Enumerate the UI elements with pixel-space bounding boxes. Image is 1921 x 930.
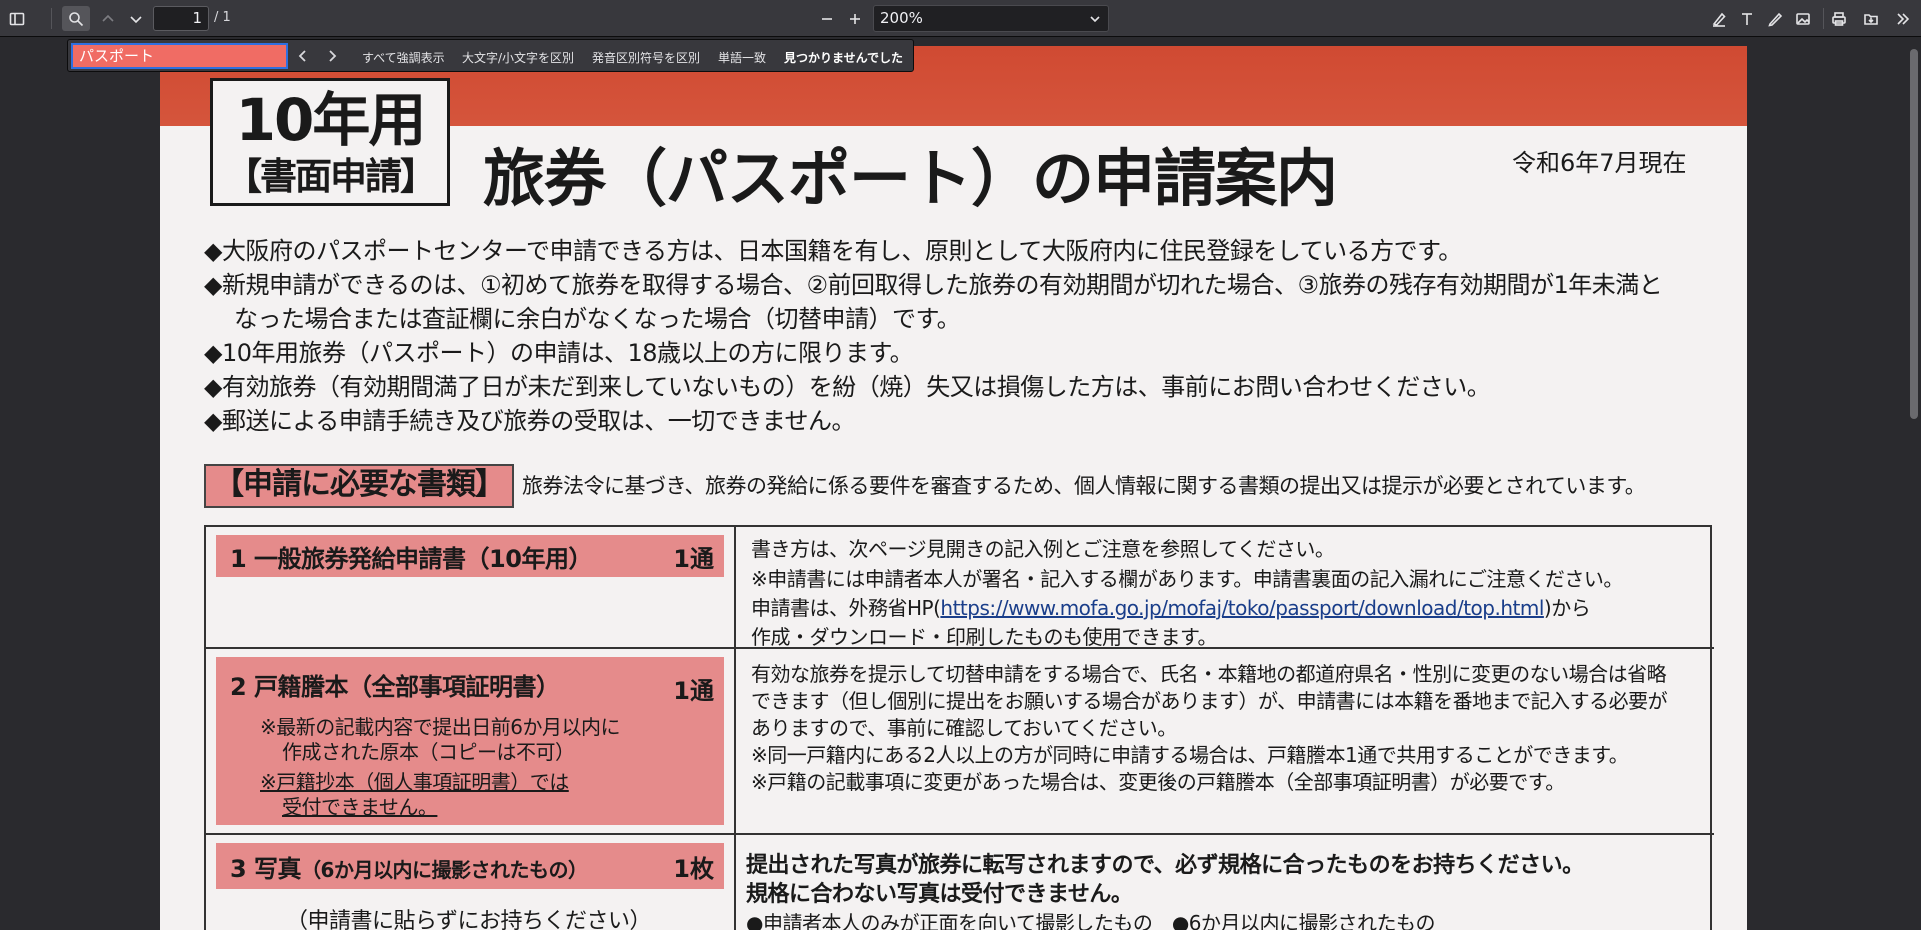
zoom-out-icon[interactable] [813,6,841,31]
find-bar: パスポート すべて強調表示 大文字/小文字を区別 発音区別符号を区別 単語一致 … [67,39,914,72]
find-next-icon[interactable] [322,46,342,66]
row-3-sub: （申請書に貼らずにお持ちください） [286,909,652,930]
date-label: 令和6年7月現在 [1512,149,1687,177]
row-2-line: ありますので、事前に確認しておいてください。 [751,716,1177,740]
bullet-2: ◆新規申請ができるのは、①初めて旅券を取得する場合、②前回取得した旅券の有効期間… [204,271,1663,299]
bullet-3: ◆10年用旅券（パスポート）の申請は、18歳以上の方に限ります。 [204,339,914,367]
row-2-line: ※戸籍の記載事項に変更があった場合は、変更後の戸籍謄本（全部事項証明書）が必要で… [751,770,1565,794]
toolbar-separator [51,8,52,29]
row-2-name: 2 戸籍謄本（全部事項証明書） [230,673,560,701]
find-previous-icon[interactable] [293,46,313,66]
row-1-line: 作成・ダウンロード・印刷したものも使用できます。 [751,625,1218,649]
vertical-scrollbar[interactable] [1906,37,1921,930]
match-diacritics-toggle[interactable]: 発音区別符号を区別 [592,49,700,66]
pdf-toolbar: 1 / 1 200% [0,0,1921,37]
zoom-value: 200% [880,9,923,27]
page-title: 旅券（パスポート）の申請案内 [483,142,1338,215]
whole-words-toggle[interactable]: 単語一致 [718,49,766,66]
row-3-name: 3 写真（6か月以内に撮影されたもの） [230,849,588,884]
mofa-download-link[interactable]: https://www.mofa.go.jp/mofaj/toko/passpo… [940,596,1544,620]
row-1-name: 1 一般旅券発給申請書（10年用） [230,545,592,573]
bullet-1: ◆大阪府のパスポートセンターで申請できる方は、日本国籍を有し、原則として大阪府内… [204,237,1462,265]
row-2-line: 有効な旅券を提示して切替申請をする場合で、氏名・本籍地の都道府県名・性別に変更の… [751,662,1667,686]
bullet-2-cont: なった場合または査証欄に余白がなくなった場合（切替申請）です。 [234,305,961,333]
row-3-header: 3 写真（6か月以内に撮影されたもの） 1枚 [216,843,724,889]
row-2-header: 2 戸籍謄本（全部事項証明書） 1通 ※最新の記載内容で提出日前6か月以内に 作… [216,657,724,825]
row-1-link-prefix: 申請書は、外務省HP( [751,596,941,620]
required-docs-table: 1 一般旅券発給申請書（10年用） 1通 書き方は、次ページ見開きの記入例とご注… [204,525,1714,930]
chevron-down-icon [1090,16,1100,23]
row-3-line: ●申請者本人のみが正面を向いて撮影したもの ●6か月以内に撮影されたもの [746,911,1436,930]
previous-page-icon[interactable] [94,6,122,31]
find-icon[interactable] [62,6,90,31]
add-image-icon[interactable] [1789,6,1817,31]
find-status: 見つかりませんでした [784,51,904,65]
print-icon[interactable] [1825,6,1853,31]
highlight-all-toggle[interactable]: すべて強調表示 [362,49,445,66]
find-input[interactable]: パスポート [71,43,288,69]
row-2-line: ※同一戸籍内にある2人以上の方が同時に申請する場合は、戸籍謄本1通で共用すること… [751,743,1629,767]
scrollbar-thumb[interactable] [1910,49,1918,419]
highlight-icon[interactable] [1705,6,1733,31]
text-tool-icon[interactable] [1733,6,1761,31]
next-page-icon[interactable] [122,6,150,31]
title-box-line2: 【書面申請】 [225,155,437,198]
row-2-sub: 作成された原本（コピーは不可） [282,740,575,764]
row-1-header: 1 一般旅券発給申請書（10年用） 1通 [216,535,724,577]
match-case-toggle[interactable]: 大文字/小文字を区別 [462,49,574,66]
row-2-line: できます（但し個別に提出をお願いする場合があります）が、申請書には本籍を番地まで… [751,689,1668,713]
row-3-qty: 1枚 [673,855,714,883]
row-3-line: 提出された写真が旅券に転写されますので、必ず規格に合ったものをお持ちください。 [746,853,1584,878]
title-box: 10年用 【書面申請】 [210,78,450,206]
page-number-input[interactable]: 1 [153,6,209,31]
zoom-in-icon[interactable] [841,6,869,31]
row-3-title: 3 写真 [230,855,302,883]
row-1-link-line: 申請書は、外務省HP(https://www.mofa.go.jp/mofaj/… [751,592,1591,621]
row-2-qty: 1通 [673,677,714,705]
row-1-line: ※申請書には申請者本人が署名・記入する欄があります。申請書裏面の記入漏れにご注意… [751,567,1623,591]
row-1-qty: 1通 [673,545,714,573]
sidebar-toggle-icon[interactable] [3,6,31,31]
page-total-label: / 1 [214,10,231,25]
bullet-5: ◆郵送による申請手続き及び旅券の受取は、一切できません。 [204,407,856,435]
row-3-line: 規格に合わない写真は受付できません。 [746,882,1133,907]
required-docs-header: 【申請に必要な書類】 [204,464,514,508]
row-1-line: 書き方は、次ページ見開きの記入例とご注意を参照してください。 [751,537,1335,561]
document-viewer[interactable]: 10年用 【書面申請】 旅券（パスポート）の申請案内 令和6年7月現在 ◆大阪府… [0,37,1906,930]
required-docs-note: 旅券法令に基づき、旅券の発給に係る要件を審査するため、個人情報に関する書類の提出… [522,474,1646,498]
row-3-note: （6か月以内に撮影されたもの） [301,858,588,882]
zoom-select[interactable]: 200% [873,5,1109,32]
pdf-page: 10年用 【書面申請】 旅券（パスポート）の申請案内 令和6年7月現在 ◆大阪府… [160,46,1747,930]
toolbar-separator [1823,8,1824,29]
draw-icon[interactable] [1761,6,1789,31]
tools-menu-icon[interactable] [1889,6,1917,31]
save-icon[interactable] [1857,6,1885,31]
title-box-line1: 10年用 [235,86,427,154]
row-2-sub: 受付できません。 [282,795,438,819]
bullet-4: ◆有効旅券（有効期間満了日が未だ到来していないもの）を紛（焼）失又は損傷した方は… [204,373,1491,401]
row-1-link-suffix: )から [1543,596,1591,620]
